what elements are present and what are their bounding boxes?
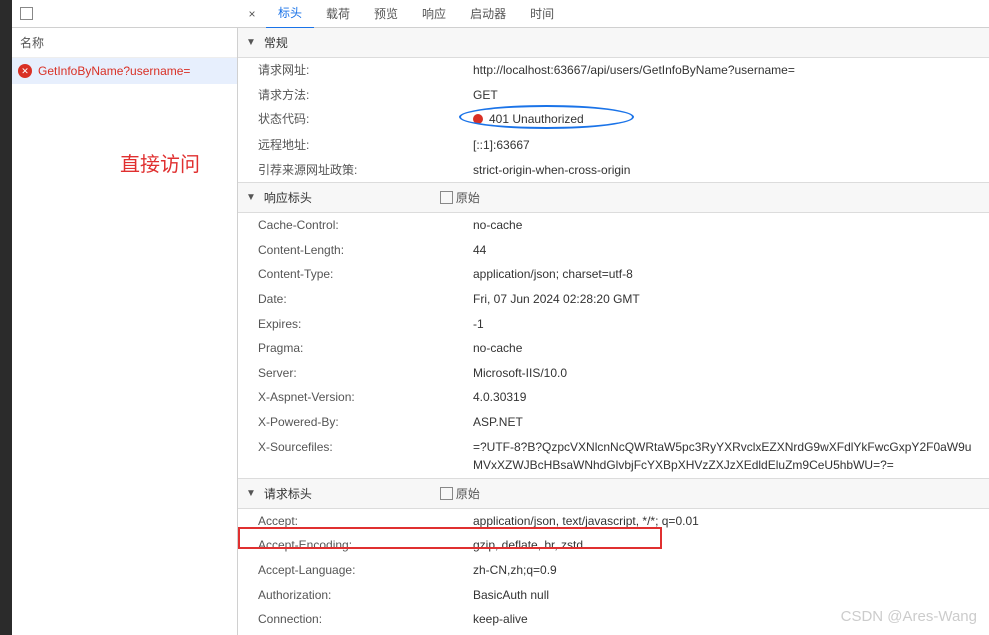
kv-request-method: 请求方法: GET: [238, 83, 989, 108]
kv-authorization: Authorization:BasicAuth null: [238, 583, 989, 608]
top-bar: × 标头 载荷 预览 响应 启动器 时间: [0, 0, 989, 28]
kv-value: application/json, text/javascript, */*; …: [473, 512, 981, 531]
kv-accept-encoding: Accept-Encoding:gzip, deflate, br, zstd: [238, 533, 989, 558]
tab-response[interactable]: 响应: [410, 0, 458, 28]
watermark: CSDN @Ares-Wang: [841, 608, 977, 625]
tab-timing[interactable]: 时间: [518, 0, 566, 28]
kv-status-code: 状态代码: 401 Unauthorized: [238, 107, 989, 133]
kv-referrer-policy: 引荐来源网址政策: strict-origin-when-cross-origi…: [238, 158, 989, 183]
tab-headers[interactable]: 标头: [266, 0, 314, 29]
sidebar-column-header: 名称: [0, 28, 237, 58]
kv-label: 远程地址:: [258, 136, 473, 155]
kv-label: Expires:: [258, 315, 473, 334]
kv-label: Pragma:: [258, 339, 473, 358]
request-name: GetInfoByName?username=: [38, 64, 190, 78]
close-icon[interactable]: ×: [238, 7, 266, 21]
kv-value: application/json; charset=utf-8: [473, 265, 981, 284]
section-general-title: 常规: [264, 34, 288, 51]
main-area: 名称 ✕ GetInfoByName?username= 直接访问 ▼ 常规 请…: [0, 28, 989, 635]
checkbox-icon: [440, 487, 453, 500]
request-item[interactable]: ✕ GetInfoByName?username=: [0, 58, 237, 84]
status-text: 401 Unauthorized: [489, 110, 584, 129]
section-response-headers[interactable]: ▼ 响应标头 原始: [238, 182, 989, 213]
kv-value: 44: [473, 241, 981, 260]
status-dot-icon: [473, 114, 483, 124]
tab-payload[interactable]: 载荷: [314, 0, 362, 28]
section-request-headers[interactable]: ▼ 请求标头 原始: [238, 478, 989, 509]
checkbox-icon: [440, 191, 453, 204]
kv-accept: Accept:application/json, text/javascript…: [238, 509, 989, 534]
triangle-down-icon: ▼: [246, 192, 256, 203]
kv-x-aspnet-version: X-Aspnet-Version:4.0.30319: [238, 385, 989, 410]
kv-x-powered-by: X-Powered-By:ASP.NET: [238, 410, 989, 435]
kv-server: Server:Microsoft-IIS/10.0: [238, 361, 989, 386]
user-annotation: 直接访问: [120, 148, 200, 177]
raw-label: 原始: [456, 189, 480, 206]
triangle-down-icon: ▼: [246, 488, 256, 499]
section-request-title: 请求标头: [264, 485, 312, 502]
kv-value: GET: [473, 86, 981, 105]
kv-label: 引荐来源网址政策:: [258, 161, 473, 180]
kv-content-length: Content-Length:44: [238, 238, 989, 263]
kv-label: Cache-Control:: [258, 216, 473, 235]
kv-label: X-Aspnet-Version:: [258, 388, 473, 407]
kv-content-type: Content-Type:application/json; charset=u…: [238, 262, 989, 287]
kv-label: Connection:: [258, 610, 473, 629]
kv-label: 请求方法:: [258, 86, 473, 105]
section-response-title: 响应标头: [264, 189, 312, 206]
kv-label: Accept-Encoding:: [258, 536, 473, 555]
sidebar-header-top: [0, 7, 238, 20]
kv-label: Server:: [258, 364, 473, 383]
kv-value: 401 Unauthorized: [473, 110, 981, 130]
tab-initiator[interactable]: 启动器: [458, 0, 518, 28]
error-icon: ✕: [18, 64, 32, 78]
kv-value: zh-CN,zh;q=0.9: [473, 561, 981, 580]
kv-label: Accept:: [258, 512, 473, 531]
kv-value: ASP.NET: [473, 413, 981, 432]
kv-remote-address: 远程地址: [::1]:63667: [238, 133, 989, 158]
kv-value: gzip, deflate, br, zstd: [473, 536, 981, 555]
filter-checkbox[interactable]: [20, 7, 33, 20]
kv-value: 4.0.30319: [473, 388, 981, 407]
kv-value: http://localhost:63667/api/users/GetInfo…: [473, 61, 981, 80]
kv-pragma: Pragma:no-cache: [238, 336, 989, 361]
editor-gutter: [0, 0, 12, 635]
detail-tabs: × 标头 载荷 预览 响应 启动器 时间: [238, 0, 566, 29]
kv-label: Accept-Language:: [258, 561, 473, 580]
details-pane[interactable]: ▼ 常规 请求网址: http://localhost:63667/api/us…: [238, 28, 989, 635]
kv-label: Date:: [258, 290, 473, 309]
tab-preview[interactable]: 预览: [362, 0, 410, 28]
kv-value: strict-origin-when-cross-origin: [473, 161, 981, 180]
kv-value: BasicAuth null: [473, 586, 981, 605]
raw-toggle[interactable]: 原始: [440, 189, 480, 206]
kv-value: no-cache: [473, 216, 981, 235]
kv-label: 请求网址:: [258, 61, 473, 80]
kv-value: -1: [473, 315, 981, 334]
section-general[interactable]: ▼ 常规: [238, 28, 989, 58]
kv-value: no-cache: [473, 339, 981, 358]
kv-request-url: 请求网址: http://localhost:63667/api/users/G…: [238, 58, 989, 83]
raw-toggle[interactable]: 原始: [440, 485, 480, 502]
kv-expires: Expires:-1: [238, 312, 989, 337]
kv-value: [::1]:63667: [473, 136, 981, 155]
kv-label: Content-Length:: [258, 241, 473, 260]
request-list: 名称 ✕ GetInfoByName?username= 直接访问: [0, 28, 238, 635]
kv-x-sourcefiles: X-Sourcefiles:=?UTF-8?B?QzpcVXNlcnNcQWRt…: [238, 435, 989, 478]
kv-value: Fri, 07 Jun 2024 02:28:20 GMT: [473, 290, 981, 309]
kv-date: Date:Fri, 07 Jun 2024 02:28:20 GMT: [238, 287, 989, 312]
kv-cache-control: Cache-Control:no-cache: [238, 213, 989, 238]
raw-label: 原始: [456, 485, 480, 502]
kv-value: =?UTF-8?B?QzpcVXNlcnNcQWRtaW5pc3RyYXRvcl…: [473, 438, 981, 475]
kv-label: X-Powered-By:: [258, 413, 473, 432]
kv-label: 状态代码:: [258, 110, 473, 130]
kv-accept-language: Accept-Language:zh-CN,zh;q=0.9: [238, 558, 989, 583]
kv-value: Microsoft-IIS/10.0: [473, 364, 981, 383]
kv-label: X-Sourcefiles:: [258, 438, 473, 475]
kv-label: Authorization:: [258, 586, 473, 605]
triangle-down-icon: ▼: [246, 37, 256, 48]
kv-label: Content-Type:: [258, 265, 473, 284]
